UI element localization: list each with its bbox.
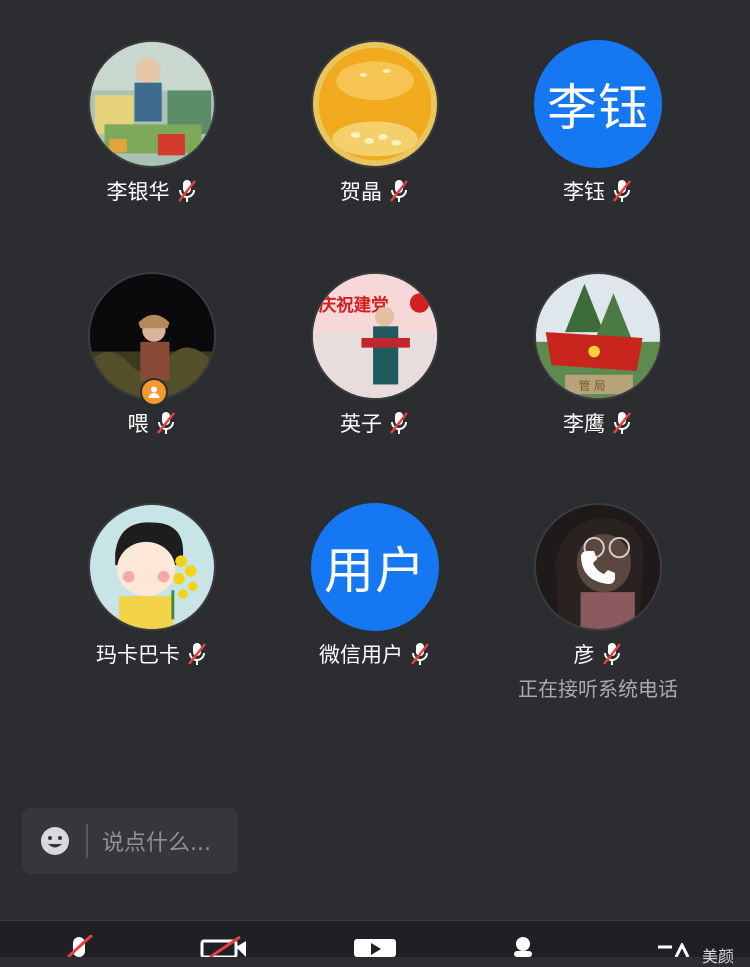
- participant-tile[interactable]: 玛卡巴卡: [40, 503, 264, 683]
- mic-muted-icon: [177, 180, 196, 202]
- participant-name: 贺晶: [340, 180, 382, 204]
- participant-name-row: 玛卡巴卡: [40, 639, 264, 669]
- mic-muted-icon: [411, 643, 429, 665]
- camera-toggle-icon[interactable]: [200, 935, 250, 957]
- participant-name-row: 李银华: [40, 176, 264, 206]
- participant-tile[interactable]: 庆祝建党 英子: [263, 272, 487, 452]
- participant-grid: 李银华 贺晶 李钰 李钰 喂 庆祝建党 英子 管 局 李鹰 玛卡巴卡 用户 微信…: [0, 0, 750, 800]
- members-icon[interactable]: [508, 935, 538, 957]
- mic-muted-icon: [188, 643, 206, 665]
- chat-divider: [86, 824, 88, 858]
- mic-muted-icon: [613, 412, 631, 434]
- participant-name-row: 喂: [40, 408, 264, 438]
- participant-text-avatar: 用户: [311, 503, 439, 631]
- host-badge-icon: [140, 378, 168, 406]
- participant-name: 彦: [573, 643, 595, 667]
- participant-tile[interactable]: 彦 正在接听系统电话: [486, 503, 710, 703]
- participant-name: 李银华: [106, 180, 170, 204]
- participant-avatar: [88, 40, 216, 168]
- participant-tile[interactable]: 用户 微信用户: [263, 503, 487, 683]
- beauty-icon[interactable]: [656, 943, 696, 957]
- beauty-label[interactable]: 美颜: [702, 943, 734, 967]
- call-status-text: 正在接听系统电话: [518, 677, 678, 701]
- participant-tile[interactable]: 管 局 李鹰: [486, 272, 710, 452]
- participant-avatar: 庆祝建党: [311, 272, 439, 400]
- participant-name-row: 微信用户: [263, 639, 487, 669]
- participant-name: 李鹰: [563, 412, 605, 436]
- participant-tile[interactable]: 贺晶: [263, 40, 487, 220]
- participant-avatar: [88, 503, 216, 631]
- mic-toggle-icon[interactable]: [62, 935, 96, 957]
- participant-avatar: 管 局: [534, 272, 662, 400]
- bottom-toolbar: 美颜: [0, 920, 750, 966]
- participant-name: 喂: [127, 412, 149, 436]
- participant-tile[interactable]: 李银华: [40, 40, 264, 220]
- mic-muted-icon: [156, 412, 175, 434]
- participant-name: 玛卡巴卡: [96, 643, 180, 667]
- participant-tile[interactable]: 喂: [40, 272, 264, 452]
- mic-muted-icon: [613, 180, 631, 202]
- emoji-icon[interactable]: [40, 826, 70, 856]
- participant-name: 微信用户: [319, 643, 403, 667]
- participant-text-avatar: 李钰: [534, 40, 662, 168]
- participant-name: 李钰: [563, 180, 605, 204]
- participant-name-row: 贺晶: [263, 176, 487, 206]
- chat-placeholder: 说点什么...: [102, 831, 211, 856]
- participant-avatar: [311, 40, 439, 168]
- participant-name-row: 英子: [263, 408, 487, 438]
- participant-avatar: [534, 503, 662, 631]
- participant-tile[interactable]: 李钰 李钰: [486, 40, 710, 220]
- participant-name: 英子: [340, 412, 382, 436]
- participant-name-row: 彦: [486, 639, 710, 669]
- screen-share-icon[interactable]: [352, 935, 398, 957]
- participant-name-row: 李鹰: [486, 408, 710, 438]
- chat-input[interactable]: 说点什么...: [22, 808, 238, 874]
- participant-name-row: 李钰: [486, 176, 710, 206]
- mic-muted-icon: [390, 180, 408, 202]
- mic-muted-icon: [602, 643, 621, 665]
- photo-caption: 管 局: [579, 378, 606, 392]
- mic-muted-icon: [390, 412, 408, 434]
